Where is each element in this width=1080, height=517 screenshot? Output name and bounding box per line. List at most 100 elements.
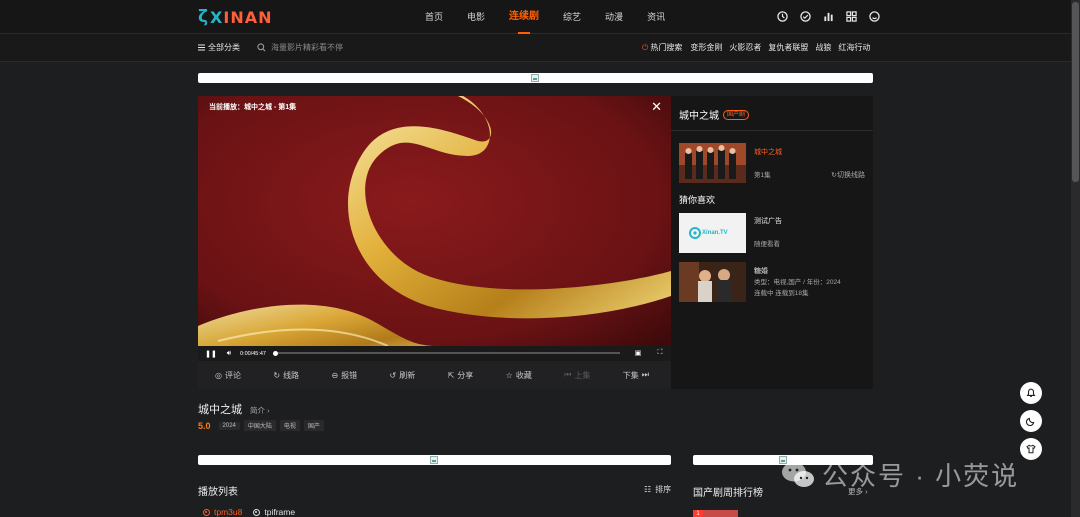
category-grid-icon[interactable] — [845, 10, 857, 22]
chevron-right-icon: › — [267, 406, 270, 415]
top-ad-banner[interactable] — [198, 73, 873, 83]
close-icon[interactable]: ✕ — [651, 99, 662, 115]
skip-forward-icon: ⏭ — [641, 370, 649, 379]
recommendation-thumbnail[interactable]: Xinan.TV — [679, 213, 746, 253]
current-thumbnail[interactable] — [679, 143, 746, 183]
star-icon: ☆ — [505, 370, 513, 380]
comment-button[interactable]: ◎ 评论 — [215, 370, 241, 381]
meta-chip[interactable]: 国产 — [303, 420, 324, 431]
current-title[interactable]: 城中之城 — [754, 147, 782, 157]
main-nav: 首页 电影 连续剧 综艺 动漫 资讯 — [425, 0, 689, 34]
side-title: 城中之城 国产剧 — [679, 107, 750, 122]
pause-icon[interactable]: ❚❚ — [205, 349, 217, 359]
fire-icon: ⏻ — [642, 42, 649, 52]
user-icon[interactable] — [868, 10, 880, 22]
ranking-icon[interactable] — [822, 10, 834, 22]
video-title: 城中之城 简介 › — [198, 404, 270, 416]
recommendation-title[interactable]: 糖婚 — [754, 266, 768, 276]
history-icon[interactable] — [776, 10, 788, 22]
category-tag[interactable]: 国产剧 — [723, 109, 750, 120]
logo-x: X — [210, 7, 224, 27]
share-icon: ⇱ — [447, 370, 455, 380]
volume-icon[interactable]: 🔊︎ — [224, 349, 234, 359]
theme-button[interactable] — [1020, 438, 1042, 460]
nav-movies[interactable]: 电影 — [467, 0, 485, 34]
nav-home[interactable]: 首页 — [425, 0, 443, 34]
mid-ad-banner[interactable] — [198, 455, 671, 465]
moon-icon — [1026, 417, 1035, 426]
favorite-button[interactable]: ☆ 收藏 — [506, 370, 532, 381]
player-controls: ❚❚ 🔊︎ 0:00/45:47 ▣ ⛶ — [198, 346, 671, 361]
sort-button[interactable]: ☷ 排序 — [644, 484, 671, 495]
recommendation-thumbnail[interactable] — [679, 262, 746, 302]
all-categories-label: 全部分类 — [208, 43, 240, 52]
all-categories-button[interactable]: 全部分类 — [198, 42, 240, 53]
progress-bar[interactable] — [273, 350, 620, 356]
now-playing-label: 当前播放：城中之城 - 第1集 — [209, 104, 297, 111]
picture-in-picture-icon[interactable]: ▣ — [633, 348, 643, 358]
hot-keyword[interactable]: 战狼 — [815, 42, 831, 53]
video-player[interactable]: 当前播放：城中之城 - 第1集 ✕ ❚❚ 🔊︎ 0:00/45:47 ▣ ⛶ — [198, 96, 671, 361]
current-episode: 第1集 — [754, 172, 771, 179]
page-scrollbar[interactable] — [1071, 0, 1080, 517]
watermark: 公众号 · 小荧说 — [780, 456, 1019, 493]
refresh-button[interactable]: ↺ 刷新 — [390, 370, 416, 381]
play-time: 0:00/45:47 — [240, 350, 266, 357]
radio-icon — [203, 508, 210, 516]
progress-handle[interactable] — [273, 350, 278, 356]
search-icon — [257, 43, 266, 52]
hot-search: ⏻ 热门搜索 变形金刚 火影忍者 复仇者联盟 战狼 红海行动 — [642, 42, 877, 53]
hot-keyword[interactable]: 红海行动 — [838, 42, 870, 53]
hot-keyword[interactable]: 复仇者联盟 — [768, 42, 808, 53]
source-tabs: tpm3u8 tpiframe — [203, 507, 306, 517]
nav-series[interactable]: 连续剧 — [509, 0, 539, 34]
recommendation-title[interactable]: 测试广告 — [754, 216, 782, 226]
rating-score: 5.0 — [198, 420, 211, 431]
video-frame — [198, 96, 671, 361]
recommendation-subtitle: 随便看看 — [754, 241, 780, 248]
refresh-route-icon: ↻ — [273, 370, 281, 380]
logo-text: INAN — [223, 7, 273, 27]
dark-mode-button[interactable] — [1020, 410, 1042, 432]
bell-icon — [1026, 388, 1036, 397]
message-icon[interactable] — [799, 10, 811, 22]
menu-icon — [198, 44, 205, 51]
video-meta: 5.0 2024 中国大陆 电视 国产 — [198, 420, 328, 431]
divider — [671, 130, 873, 131]
intro-link[interactable]: 简介 › — [250, 405, 270, 416]
hot-keyword[interactable]: 变形金刚 — [690, 42, 722, 53]
bell-button[interactable] — [1020, 382, 1042, 404]
playlist-title: 播放列表 — [198, 487, 238, 498]
meta-chip[interactable]: 中国大陆 — [243, 420, 276, 431]
next-episode-button[interactable]: 下集 ⏭ — [623, 370, 652, 381]
broken-image-icon — [430, 456, 438, 464]
recommendation-status: 连载中 连载到18集 — [754, 290, 809, 297]
ranking-title: 国产剧周排行榜 — [693, 488, 763, 499]
side-panel: 城中之城 国产剧 城中之城 第1集 ↻切换线路 猜你喜欢 Xinan.TV 测试… — [671, 96, 873, 389]
prev-episode-button[interactable]: ⏮ 上集 — [564, 370, 590, 381]
nav-variety[interactable]: 综艺 — [563, 0, 581, 34]
report-button[interactable]: ⊖ 报错 — [331, 370, 357, 381]
header-icons — [776, 10, 891, 22]
search-bar[interactable]: 海量影片精彩看不停 — [257, 42, 343, 53]
ad-logo: Xinan.TV — [689, 227, 728, 239]
hot-keyword[interactable]: 火影忍者 — [729, 42, 761, 53]
share-button[interactable]: ⇱ 分享 — [448, 370, 474, 381]
site-logo[interactable]: ζ X INAN — [198, 7, 273, 27]
refresh-icon: ↺ — [389, 370, 397, 380]
nav-news[interactable]: 资讯 — [647, 0, 665, 34]
meta-chip[interactable]: 电视 — [279, 420, 300, 431]
switch-route-button[interactable]: ↻切换线路 — [831, 170, 865, 180]
meta-chip[interactable]: 2024 — [218, 421, 240, 430]
player-toolbar: ◎ 评论 ↻ 线路 ⊖ 报错 ↺ 刷新 ⇱ 分享 ☆ 收藏 ⏮ 上集 下集 ⏭ — [198, 361, 671, 389]
sub-header: 全部分类 海量影片精彩看不停 ⏻ 热门搜索 变形金刚 火影忍者 复仇者联盟 战狼 … — [0, 34, 1071, 62]
nav-anime[interactable]: 动漫 — [605, 0, 623, 34]
player-right-controls: ▣ ⛶ — [621, 348, 665, 358]
broken-image-icon — [531, 74, 539, 82]
scrollbar-thumb[interactable] — [1072, 2, 1079, 182]
search-input[interactable]: 海量影片精彩看不停 — [271, 42, 343, 53]
source-tab[interactable]: tpm3u8 — [203, 507, 242, 517]
source-tab[interactable]: tpiframe — [253, 507, 295, 517]
route-button[interactable]: ↻ 线路 — [273, 370, 299, 381]
fullscreen-icon[interactable]: ⛶ — [655, 348, 665, 358]
